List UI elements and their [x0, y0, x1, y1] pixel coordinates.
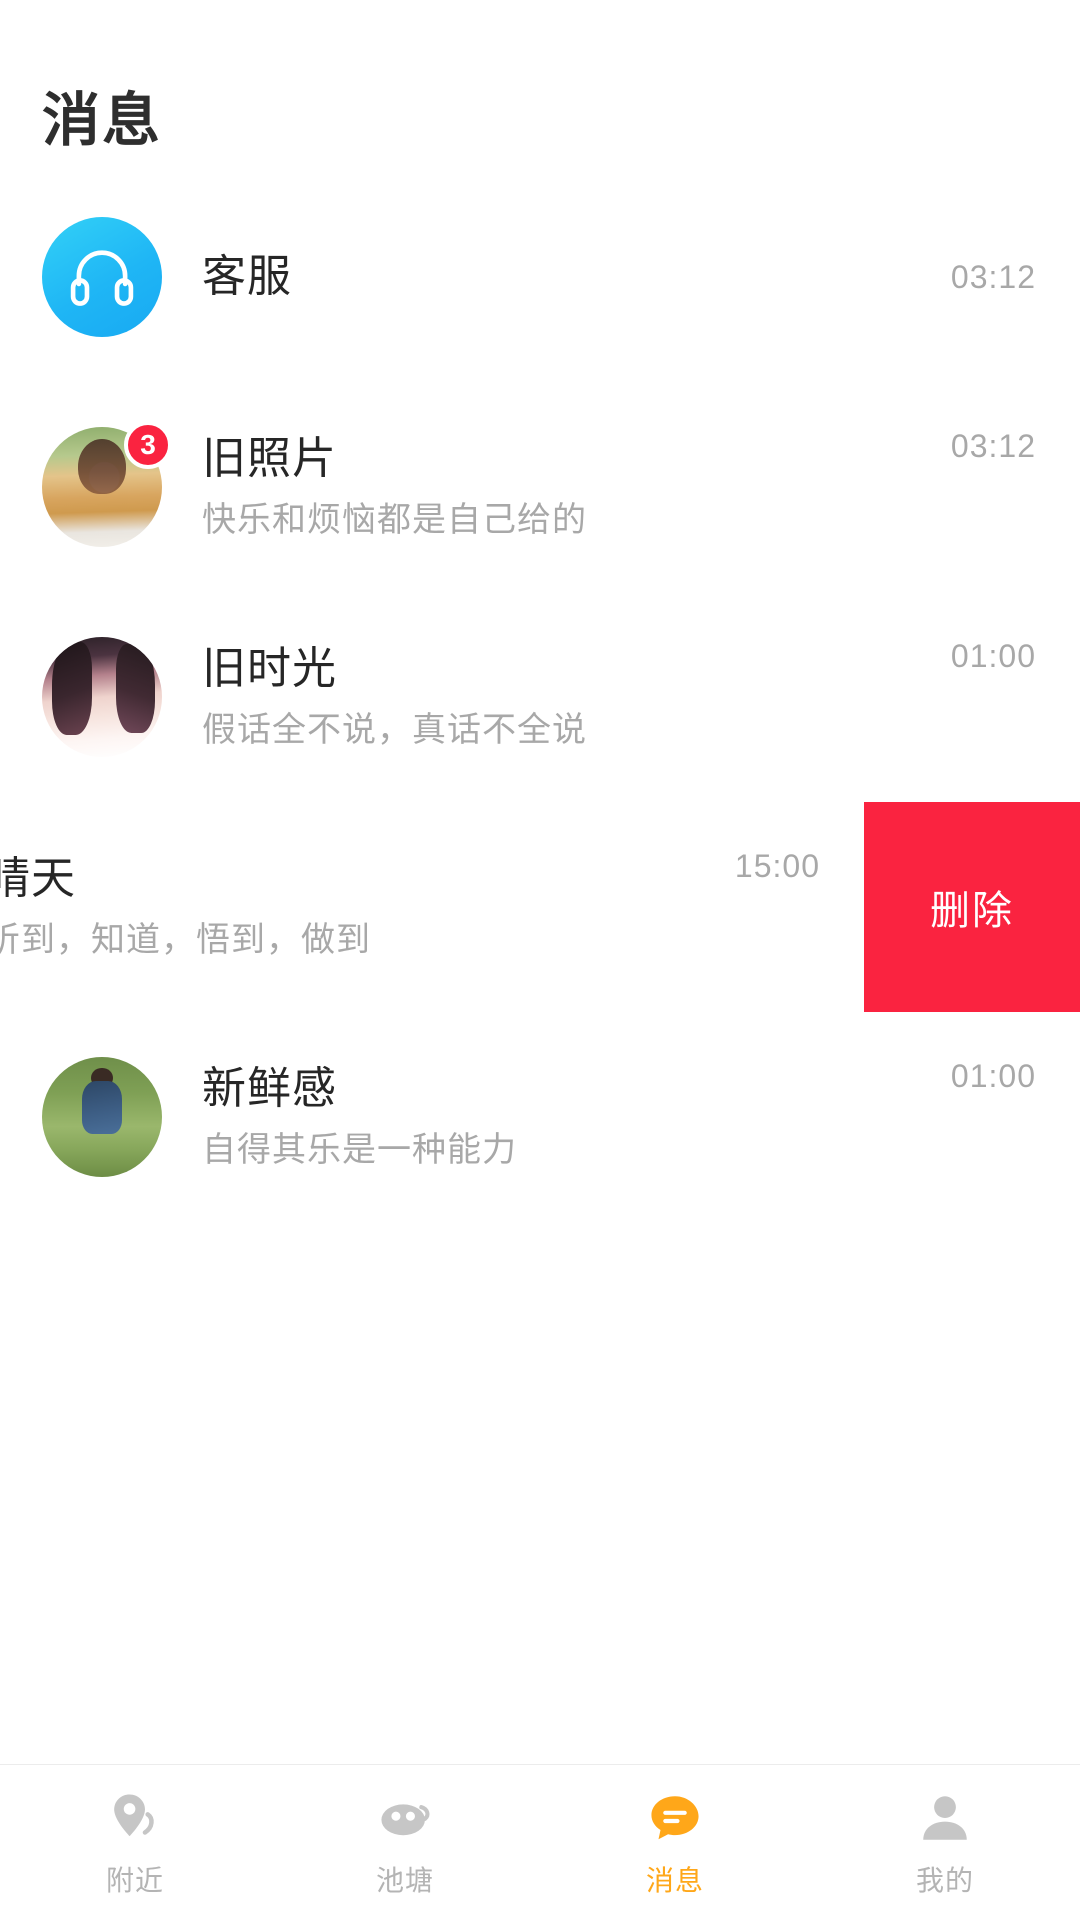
conversation-row[interactable]: 新鲜感自得其乐是一种能力01:00删除	[0, 1012, 1080, 1222]
conversation-texts: 旧照片快乐和烦恼都是自己给的	[202, 434, 951, 540]
unread-badge: 3	[124, 421, 172, 469]
conversation-preview: 假话全不说，真话不全说	[202, 710, 587, 749]
conversation-name: 新鲜感	[202, 1064, 337, 1114]
location-pin-icon	[104, 1787, 166, 1849]
bottom-tab-bar: 附近 池塘 消息 我的	[0, 1764, 1080, 1920]
conversation-preview: 自得其乐是一种能力	[202, 1130, 517, 1169]
conversation-name: 晴天	[0, 854, 76, 904]
page-header: 消息	[0, 0, 1080, 172]
headset-icon	[42, 217, 162, 337]
avatar	[42, 637, 162, 757]
conversation-row[interactable]: 3旧照片快乐和烦恼都是自己给的03:12删除	[0, 382, 1080, 592]
conversation-time: 01:00	[950, 638, 1036, 674]
conversation-preview: 听到，知道，悟到，做到	[0, 920, 371, 959]
conversation-texts: 新鲜感自得其乐是一种能力	[202, 1064, 951, 1170]
conversation-row-content[interactable]: 3 旧照片 快乐和烦恼都是自己给的 03:12	[0, 382, 1080, 592]
conversation-name: 客服	[202, 251, 292, 301]
conversation-time: 03:12	[950, 428, 1036, 464]
conversation-name: 旧时光	[202, 644, 337, 694]
avatar-wrap[interactable]	[42, 217, 162, 337]
conversation-row[interactable]: 旧时光假话全不说，真话不全说01:00删除	[0, 592, 1080, 802]
tab-label: 附近	[105, 1864, 164, 1896]
tab-message-bubble[interactable]: 消息	[540, 1765, 810, 1920]
avatar-wrap[interactable]: 3	[42, 421, 172, 547]
conversation-row-content[interactable]: 客服 03:12	[0, 172, 1080, 382]
conversation-row-content[interactable]: 晴天 听到，知道，悟到，做到 15:00	[0, 802, 864, 1012]
page-title: 消息	[42, 88, 163, 153]
conversation-row-content[interactable]: 旧时光 假话全不说，真话不全说 01:00	[0, 592, 1080, 802]
avatar-wrap[interactable]	[42, 1057, 162, 1177]
conversation-list: 客服03:12删除3旧照片快乐和烦恼都是自己给的03:12删除旧时光假话全不说，…	[0, 172, 1080, 1222]
pond-icon	[374, 1787, 436, 1849]
message-bubble-icon	[644, 1787, 706, 1849]
conversation-texts: 客服	[202, 252, 951, 303]
conversation-texts: 旧时光假话全不说，真话不全说	[202, 644, 951, 750]
person-icon	[914, 1787, 976, 1849]
tab-label: 池塘	[375, 1864, 434, 1896]
conversation-row[interactable]: 晴天 听到，知道，悟到，做到 15:00 删除	[0, 802, 1080, 1012]
tab-person[interactable]: 我的	[810, 1765, 1080, 1920]
conversation-time: 03:12	[950, 258, 1036, 295]
tab-label: 我的	[915, 1864, 974, 1896]
conversation-row-content[interactable]: 新鲜感 自得其乐是一种能力 01:00	[0, 1012, 1080, 1222]
tab-pond[interactable]: 池塘	[270, 1765, 540, 1920]
conversation-texts: 晴天听到，知道，悟到，做到	[0, 854, 735, 960]
messages-screen: 消息 客服03:12删除3旧照片快乐和烦恼都是自己给的03:12删除旧时光假话全…	[0, 0, 1080, 1920]
conversation-name: 旧照片	[202, 434, 337, 484]
conversation-time: 01:00	[950, 1058, 1036, 1094]
delete-button[interactable]: 删除	[864, 802, 1080, 1012]
avatar	[42, 1057, 162, 1177]
avatar-wrap[interactable]	[42, 637, 162, 757]
conversation-time: 15:00	[734, 848, 820, 884]
tab-location-pin[interactable]: 附近	[0, 1765, 270, 1920]
conversation-row[interactable]: 客服03:12删除	[0, 172, 1080, 382]
conversation-preview: 快乐和烦恼都是自己给的	[202, 500, 587, 539]
tab-label: 消息	[645, 1864, 704, 1896]
